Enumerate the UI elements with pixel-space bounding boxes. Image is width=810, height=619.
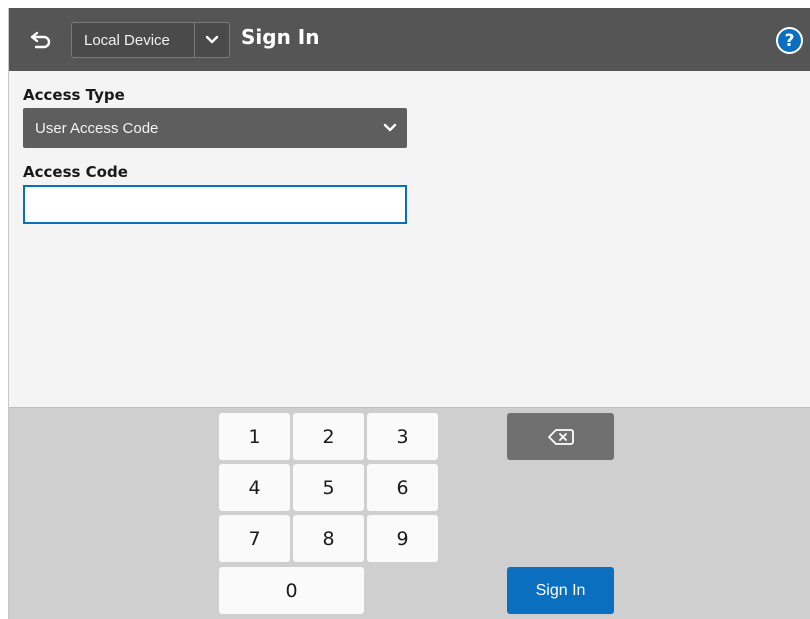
numeric-keypad: 1 2 3 4 5 6 7 8 9 0 Sign In [9, 407, 810, 619]
key-3[interactable]: 3 [367, 413, 438, 460]
key-1[interactable]: 1 [219, 413, 290, 460]
chevron-down-icon [195, 35, 229, 45]
access-code-label: Access Code [23, 163, 128, 181]
access-type-select[interactable]: User Access Code [23, 108, 407, 148]
device-select[interactable]: Local Device [71, 22, 230, 58]
key-6[interactable]: 6 [367, 464, 438, 511]
key-7[interactable]: 7 [219, 515, 290, 562]
key-0[interactable]: 0 [219, 567, 364, 614]
access-code-input[interactable] [23, 185, 407, 224]
header-bar: Local Device Sign In ? [9, 8, 810, 71]
chevron-down-icon [373, 108, 407, 148]
key-8[interactable]: 8 [293, 515, 364, 562]
key-4[interactable]: 4 [219, 464, 290, 511]
device-select-value: Local Device [84, 31, 170, 49]
key-9[interactable]: 9 [367, 515, 438, 562]
sign-in-screen: Local Device Sign In ? Access Type User … [8, 8, 810, 619]
access-type-label: Access Type [23, 86, 125, 104]
back-button[interactable] [23, 22, 59, 58]
sign-in-button[interactable]: Sign In [507, 567, 614, 614]
backspace-icon [547, 428, 574, 445]
access-type-value: User Access Code [35, 119, 159, 137]
back-arrow-icon [30, 31, 51, 49]
page-title: Sign In [241, 25, 320, 49]
help-icon[interactable]: ? [776, 27, 803, 54]
key-2[interactable]: 2 [293, 413, 364, 460]
backspace-button[interactable] [507, 413, 614, 460]
key-5[interactable]: 5 [293, 464, 364, 511]
